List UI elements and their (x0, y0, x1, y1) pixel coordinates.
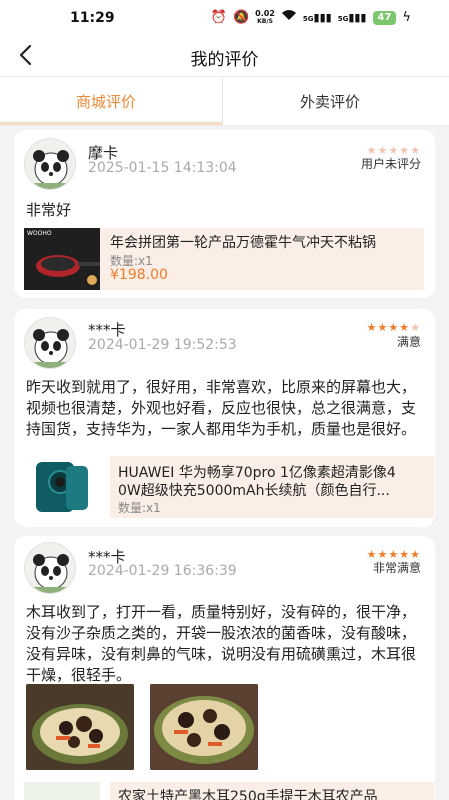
status-icons: ⏰ 🔕 0.02 KB/S 5G▮▮▮ 5G▮▮▮ 47 ϟ (211, 9, 411, 26)
page-title: 我的评价 (190, 50, 259, 70)
review-date: 2025-01-15 14:13:04 (88, 160, 237, 176)
review-card: ***卡 2024-01-29 16:36:39 ★★★★★ 非常满意 木耳收到… (14, 536, 435, 800)
tab-active-indicator (0, 122, 222, 125)
review-text: 非常好 (26, 201, 72, 219)
tab-divider (222, 77, 223, 125)
product-name-line-1: HUAWEI 华为畅享70pro 1亿像素超清影像4 (118, 465, 396, 481)
product-thumbnail: WOOHO (24, 228, 100, 290)
avatar (24, 542, 76, 594)
product-card[interactable]: HUAWEI 华为畅享70pro 1亿像素超清影像4 0W超级快充5000mAh… (24, 456, 434, 518)
nav-bar: 我的评价 (0, 36, 449, 76)
star-icon: ★ (366, 321, 378, 334)
signal-icon-2: 5G▮▮▮ (337, 11, 367, 24)
review-photo[interactable] (150, 684, 258, 770)
review-card: 摩卡 2025-01-15 14:13:04 ★★★★★ 用户未评分 非常好 W… (14, 130, 435, 298)
network-speed-unit: KB/S (257, 17, 273, 25)
product-name-line-2: 0W超级快充5000mAh长续航（颜色自行... (118, 483, 390, 499)
review-date: 2024-01-29 16:36:39 (88, 563, 237, 579)
rating-label: 非常满意 (372, 561, 421, 575)
avatar (24, 138, 76, 190)
alarm-icon: ⏰ (210, 9, 227, 25)
product-info: 农家土特产黑木耳250g手提干木耳农产品 (110, 782, 434, 800)
review-text: 昨天收到就用了，很好用，非常喜欢，比原来的屏幕也大，视频也很清楚，外观也好看，反… (26, 378, 417, 438)
charging-icon: ϟ (402, 9, 411, 25)
product-name: 农家土特产黑木耳250g手提干木耳农产品 (118, 789, 378, 800)
star-icon: ★ (377, 321, 389, 334)
frying-pan-image (24, 228, 100, 290)
network-speed-value: 0.02 (255, 8, 275, 18)
status-time: 11:29 (70, 10, 115, 26)
product-price: ¥198.00 (110, 267, 168, 283)
review-date: 2024-01-29 19:52:53 (88, 337, 237, 353)
rating-label: 满意 (396, 335, 421, 349)
wifi-icon (281, 9, 297, 26)
mushroom-dish-image (26, 684, 134, 770)
status-bar: 11:29 ⏰ 🔕 0.02 KB/S 5G▮▮▮ 5G▮▮▮ 47 ϟ (0, 0, 449, 36)
mute-icon: 🔕 (232, 9, 250, 25)
signal-1-label: 5G (302, 15, 314, 23)
signal-2-label: 5G (337, 15, 349, 23)
rating-label: 用户未评分 (360, 157, 421, 171)
product-thumbnail (24, 456, 94, 518)
product-thumbnail (24, 782, 100, 800)
signal-icon-1: 5G▮▮▮ (302, 11, 332, 24)
tab-mall-reviews[interactable]: 商城评价 (76, 91, 136, 112)
product-quantity: 数量:x1 (118, 501, 161, 515)
product-card[interactable]: 农家土特产黑木耳250g手提干木耳农产品 (24, 782, 434, 800)
product-name: 年会拼团第一轮产品万德霍牛气冲天不粘锅 (110, 235, 376, 251)
product-card[interactable]: WOOHO 年会拼团第一轮产品万德霍牛气冲天不粘锅 数量:x1 ¥198.00 (24, 228, 424, 290)
product-info: HUAWEI 华为畅享70pro 1亿像素超清影像4 0W超级快充5000mAh… (110, 456, 434, 518)
battery-icon: 47 (372, 10, 397, 25)
phone-image (36, 462, 88, 512)
panda-avatar-icon (25, 554, 75, 593)
review-text: 木耳收到了，打开一看，质量特别好，没有碎的，很干净，没有沙子杂质之类的，开袋一股… (26, 603, 417, 684)
avatar (24, 317, 76, 369)
panda-avatar-icon (25, 150, 75, 189)
panda-avatar-icon (25, 329, 75, 368)
tab-takeout-reviews[interactable]: 外卖评价 (300, 91, 360, 112)
network-speed: 0.02 KB/S (255, 8, 275, 26)
product-brand-label: WOOHO (27, 230, 52, 237)
review-card: ***卡 2024-01-29 19:52:53 ★★★★★ 满意 昨天收到就用… (14, 309, 435, 527)
review-photo[interactable] (26, 684, 134, 770)
mushroom-dish-image (150, 684, 258, 770)
tab-bar: 商城评价 外卖评价 (0, 76, 449, 126)
